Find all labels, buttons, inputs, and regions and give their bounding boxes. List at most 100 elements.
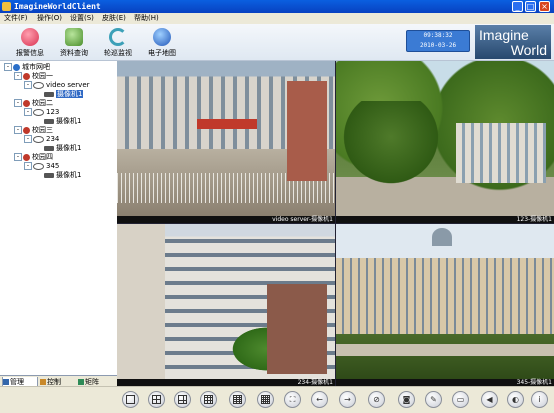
video-cell[interactable]: 234-摄像机1 bbox=[117, 224, 335, 386]
cycle-monitor-button[interactable]: 轮巡监视 bbox=[96, 26, 140, 58]
next-page-button[interactable]: → bbox=[339, 391, 356, 408]
menu-operate[interactable]: 操作(O) bbox=[37, 13, 62, 24]
camera-icon bbox=[44, 172, 54, 178]
tree-item-server[interactable]: -345 bbox=[24, 162, 59, 171]
collapse-icon[interactable]: - bbox=[14, 153, 22, 161]
collapse-icon[interactable]: - bbox=[24, 162, 32, 170]
collapse-icon[interactable]: - bbox=[24, 135, 32, 143]
video-cell[interactable]: 123-摄像机1 bbox=[336, 61, 554, 223]
intercom-icon: ◐ bbox=[512, 395, 519, 404]
video-caption: 345-摄像机1 bbox=[516, 379, 552, 386]
video-feed bbox=[336, 224, 554, 379]
manage-icon bbox=[3, 379, 9, 385]
snapshot-button[interactable]: ◙ bbox=[398, 391, 415, 408]
video-cell[interactable]: video server-摄像机1 bbox=[117, 61, 335, 223]
window-title: ImagineWorldClient bbox=[14, 2, 101, 11]
no-entry-icon: ⊘ bbox=[373, 395, 380, 404]
tree-item-server[interactable]: - video server bbox=[24, 81, 90, 90]
control-bar: ⛶ ← → ⊘ ◙ ✎ ▭ ◀ ◐ i bbox=[0, 386, 554, 413]
nine-view-icon bbox=[204, 395, 213, 404]
data-query-button[interactable]: 资料查询 bbox=[52, 26, 96, 58]
eye-icon bbox=[33, 135, 44, 143]
brand-line-2: World bbox=[510, 42, 547, 58]
arrow-left-icon: ← bbox=[316, 395, 323, 404]
tree-item-group[interactable]: - 校园一 bbox=[14, 72, 53, 81]
location-pin-icon bbox=[23, 99, 30, 107]
tree-item-camera[interactable]: 摄像机1 bbox=[44, 90, 84, 99]
collapse-icon[interactable]: - bbox=[14, 126, 22, 134]
collapse-icon[interactable]: - bbox=[14, 72, 22, 80]
tree-item-server[interactable]: -123 bbox=[24, 108, 59, 117]
alarm-info-button[interactable]: 报警信息 bbox=[8, 26, 52, 58]
app-window: ImagineWorldClient _ □ × 文件(F) 操作(O) 设置(… bbox=[0, 0, 554, 413]
tree-item-server[interactable]: -234 bbox=[24, 135, 59, 144]
menu-bar: 文件(F) 操作(O) 设置(S) 皮肤(E) 帮助(H) bbox=[0, 13, 554, 24]
info-icon: i bbox=[538, 395, 541, 404]
maximize-button[interactable]: □ bbox=[525, 1, 536, 12]
heart-alarm-icon bbox=[21, 28, 39, 46]
layout-9-button[interactable] bbox=[200, 391, 217, 408]
layout-6-button[interactable] bbox=[174, 391, 191, 408]
volume-button[interactable]: ◀ bbox=[481, 391, 498, 408]
tree-item-group[interactable]: - 校园三 bbox=[14, 126, 53, 135]
location-pin-icon bbox=[23, 72, 30, 80]
brand-logo: Imagine World bbox=[475, 25, 551, 59]
collapse-icon[interactable]: - bbox=[24, 108, 32, 116]
network-icon bbox=[13, 63, 20, 71]
talk-button[interactable]: ◐ bbox=[507, 391, 524, 408]
globe-icon bbox=[153, 28, 171, 46]
camera-icon: ◙ bbox=[402, 395, 411, 404]
tree-item-camera[interactable]: 摄像机1 bbox=[44, 144, 81, 153]
camera-icon bbox=[44, 145, 54, 151]
menu-skin[interactable]: 皮肤(E) bbox=[102, 13, 126, 24]
tree-item-camera[interactable]: 摄像机1 bbox=[44, 117, 81, 126]
matrix-icon bbox=[78, 379, 84, 385]
layout-4-button[interactable] bbox=[148, 391, 165, 408]
video-caption: 123-摄像机1 bbox=[516, 216, 552, 223]
tree-root[interactable]: - 城市网吧 bbox=[4, 63, 50, 72]
location-pin-icon bbox=[23, 153, 30, 161]
layout-1-button[interactable] bbox=[122, 391, 139, 408]
video-caption: 234-摄像机1 bbox=[297, 379, 333, 386]
video-caption: video server-摄像机1 bbox=[272, 216, 333, 223]
camera-icon bbox=[44, 91, 54, 97]
tree-item-camera[interactable]: 摄像机1 bbox=[44, 171, 81, 180]
video-feed bbox=[336, 61, 554, 216]
tree-item-group[interactable]: - 校园二 bbox=[14, 99, 53, 108]
info-button[interactable]: i bbox=[531, 391, 548, 408]
menu-help[interactable]: 帮助(H) bbox=[134, 13, 159, 24]
eye-icon bbox=[33, 162, 44, 170]
collapse-icon[interactable]: - bbox=[24, 81, 32, 89]
eye-icon bbox=[33, 108, 44, 116]
video-cell[interactable]: 345-摄像机1 bbox=[336, 224, 554, 386]
menu-settings[interactable]: 设置(S) bbox=[70, 13, 94, 24]
fullscreen-icon: ⛶ bbox=[289, 395, 296, 404]
close-button[interactable]: × bbox=[539, 1, 550, 12]
clock-time: 09:38:32 bbox=[423, 32, 453, 39]
playback-button[interactable]: ▭ bbox=[452, 391, 469, 408]
video-feed bbox=[117, 61, 335, 216]
e-map-button[interactable]: 电子地图 bbox=[140, 26, 184, 58]
tree-item-group[interactable]: - 校园四 bbox=[14, 153, 53, 162]
sixteen-view-icon bbox=[261, 395, 270, 404]
brand-line-1: Imagine bbox=[479, 27, 529, 43]
record-button[interactable]: ✎ bbox=[425, 391, 442, 408]
control-icon bbox=[40, 379, 46, 385]
stop-button[interactable]: ⊘ bbox=[368, 391, 385, 408]
layout-16-button[interactable] bbox=[257, 391, 274, 408]
collapse-icon[interactable]: - bbox=[4, 63, 12, 71]
location-pin-icon bbox=[23, 126, 30, 134]
title-bar[interactable]: ImagineWorldClient _ □ × bbox=[0, 0, 554, 13]
person-search-icon bbox=[65, 28, 83, 46]
twelve-view-icon bbox=[233, 395, 242, 404]
speaker-icon: ◀ bbox=[486, 395, 493, 404]
menu-file[interactable]: 文件(F) bbox=[4, 13, 28, 24]
prev-page-button[interactable]: ← bbox=[311, 391, 328, 408]
fullscreen-button[interactable]: ⛶ bbox=[284, 391, 301, 408]
collapse-icon[interactable]: - bbox=[14, 99, 22, 107]
minimize-button[interactable]: _ bbox=[512, 1, 523, 12]
record-icon: ✎ bbox=[430, 395, 437, 404]
layout-12-button[interactable] bbox=[229, 391, 246, 408]
quad-view-icon bbox=[152, 395, 161, 404]
eye-icon bbox=[33, 81, 44, 89]
